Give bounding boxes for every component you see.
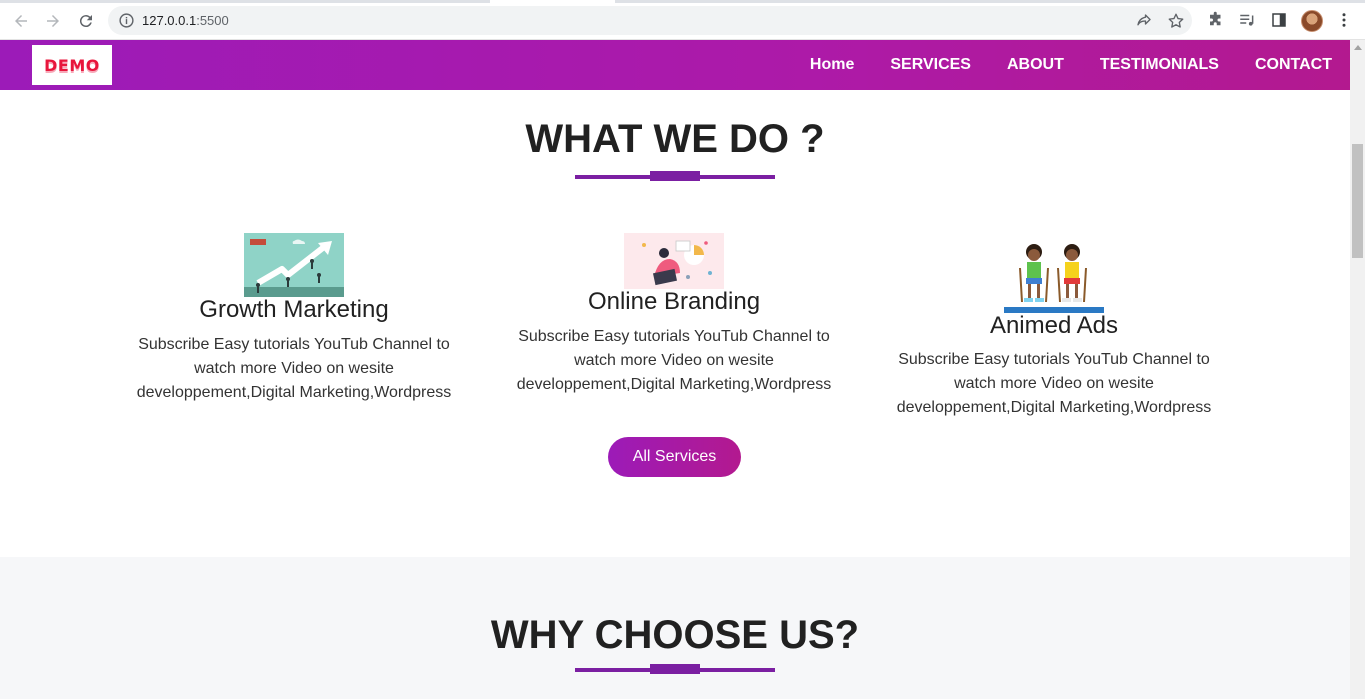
animated-kids-illustration — [1004, 240, 1104, 313]
share-icon[interactable] — [1135, 12, 1153, 30]
why-choose-us-section: WHY CHOOSE US? — [0, 557, 1350, 699]
nav-link-contact[interactable]: CONTACT — [1255, 56, 1332, 74]
what-we-do-title: WHAT WE DO ? — [525, 117, 825, 161]
scrollbar-thumb[interactable] — [1352, 144, 1363, 258]
scroll-up-arrow-icon[interactable] — [1354, 45, 1362, 50]
back-button[interactable] — [9, 9, 33, 33]
nav-link-home[interactable]: Home — [810, 56, 854, 74]
title-underline — [575, 171, 775, 183]
branding-illustration — [624, 233, 724, 289]
service-title: Growth Marketing — [199, 296, 389, 323]
nav-link-about[interactable]: ABOUT — [1007, 56, 1064, 74]
tab-strip-edge — [0, 0, 1365, 3]
nav-link-services[interactable]: SERVICES — [890, 56, 971, 74]
page-viewport: DEMO Home SERVICES ABOUT TESTIMONIALS CO… — [0, 40, 1350, 699]
extensions-puzzle-icon[interactable] — [1207, 11, 1225, 29]
url-text: 127.0.0.1:5500 — [142, 13, 229, 28]
address-bar[interactable]: 127.0.0.1:5500 — [108, 6, 1192, 35]
nav-link-testimonials[interactable]: TESTIMONIALS — [1100, 56, 1219, 74]
profile-avatar[interactable] — [1301, 10, 1323, 32]
info-icon — [119, 13, 134, 28]
media-playlist-icon[interactable] — [1238, 11, 1256, 29]
service-title: Animed Ads — [989, 312, 1119, 339]
why-choose-us-title: WHY CHOOSE US? — [490, 613, 860, 657]
reload-button[interactable] — [74, 9, 98, 33]
nav-links: Home SERVICES ABOUT TESTIMONIALS CONTACT — [774, 40, 1332, 90]
page-scrollbar[interactable] — [1350, 40, 1365, 699]
title-underline — [575, 664, 775, 676]
service-description: Subscribe Easy tutorials YouTub Channel … — [896, 351, 1212, 416]
arrow-right-icon — [47, 15, 59, 27]
all-services-button[interactable]: All Services — [608, 437, 741, 477]
site-logo[interactable]: DEMO — [32, 45, 112, 85]
growth-chart-illustration — [244, 233, 344, 297]
more-menu-icon[interactable] — [1335, 11, 1353, 29]
site-navbar: DEMO Home SERVICES ABOUT TESTIMONIALS CO… — [0, 40, 1350, 90]
logo-text: DEMO — [44, 55, 100, 75]
service-description: Subscribe Easy tutorials YouTub Channel … — [136, 336, 452, 401]
service-description: Subscribe Easy tutorials YouTub Channel … — [516, 328, 832, 393]
reload-icon — [79, 15, 92, 28]
side-panel-icon[interactable] — [1270, 11, 1288, 29]
service-title: Online Branding — [587, 288, 761, 315]
arrow-left-icon — [15, 15, 27, 27]
bookmark-star-icon[interactable] — [1167, 12, 1185, 30]
browser-toolbar: 127.0.0.1:5500 — [0, 0, 1365, 40]
forward-button[interactable] — [41, 9, 65, 33]
